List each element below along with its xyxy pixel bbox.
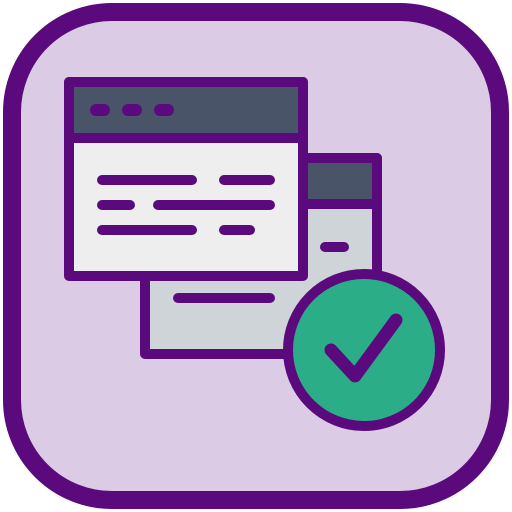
browser-windows-check-icon: [3, 3, 509, 509]
check-badge: [283, 269, 445, 431]
front-window: [64, 77, 308, 281]
check-badge-circle: [283, 269, 445, 431]
